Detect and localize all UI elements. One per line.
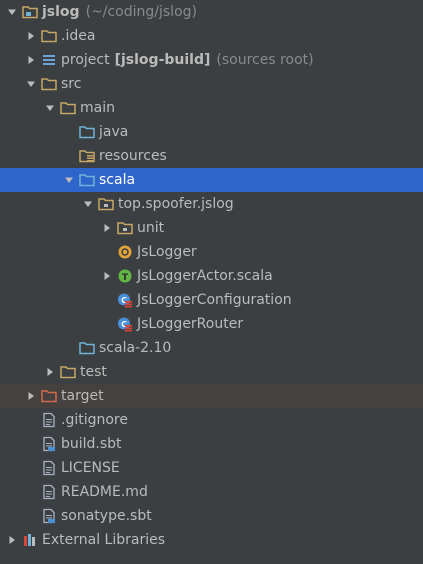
sbt-file-icon xyxy=(41,508,57,524)
tree-item-label: unit xyxy=(137,220,165,236)
tree-item-target[interactable]: target xyxy=(0,384,423,408)
tree-item-license[interactable]: LICENSE xyxy=(0,456,423,480)
arrow-spacer xyxy=(21,456,41,480)
collapsed-arrow-icon[interactable] xyxy=(40,360,60,384)
tree-item-hint: (sources root) xyxy=(216,52,314,68)
arrow-spacer xyxy=(21,480,41,504)
tree-item-label: scala xyxy=(99,172,136,188)
tree-item-label: test xyxy=(80,364,107,380)
tree-item-gitignore[interactable]: .gitignore xyxy=(0,408,423,432)
tree-item-label: project xyxy=(61,52,110,68)
tree-item-jslog[interactable]: jslog (~/coding/jslog) xyxy=(0,0,423,24)
tree-item-build-sbt[interactable]: build.sbt xyxy=(0,432,423,456)
scala-class-icon: C xyxy=(117,316,133,332)
collapsed-arrow-icon[interactable] xyxy=(97,264,117,288)
arrow-spacer xyxy=(21,504,41,528)
module-name-label: [jslog-build] xyxy=(114,52,211,68)
tree-item-main[interactable]: main xyxy=(0,96,423,120)
tree-item-label: main xyxy=(80,100,115,116)
excluded-folder-icon xyxy=(41,388,57,404)
project-tree: jslog (~/coding/jslog) .idea project [jslog-… xyxy=(0,0,423,564)
tree-item-label: JsLoggerActor.scala xyxy=(137,268,273,284)
collapsed-arrow-icon[interactable] xyxy=(2,528,22,552)
arrow-spacer xyxy=(97,240,117,264)
tree-item-scala-210[interactable]: scala-2.10 xyxy=(0,336,423,360)
tree-item-label: External Libraries xyxy=(42,532,165,548)
folder-icon xyxy=(60,364,76,380)
tree-item-label: resources xyxy=(99,148,167,164)
object-icon xyxy=(117,244,133,260)
source-folder-icon xyxy=(79,340,95,356)
package-icon xyxy=(98,196,114,212)
folder-icon xyxy=(41,76,57,92)
tree-item-unit[interactable]: unit xyxy=(0,216,423,240)
package-icon xyxy=(117,220,133,236)
tree-item-sonatype-sbt[interactable]: sonatype.sbt xyxy=(0,504,423,528)
tree-item-label: JsLoggerConfiguration xyxy=(137,292,292,308)
arrow-spacer xyxy=(97,312,117,336)
tree-item-label: .gitignore xyxy=(61,412,128,428)
sbt-file-icon xyxy=(41,436,57,452)
collapsed-arrow-icon[interactable] xyxy=(21,48,41,72)
text-file-icon xyxy=(41,484,57,500)
tree-item-java[interactable]: java xyxy=(0,120,423,144)
expanded-arrow-icon[interactable] xyxy=(40,96,60,120)
tree-item-label: LICENSE xyxy=(61,460,120,476)
folder-icon xyxy=(41,28,57,44)
tree-item-src[interactable]: src xyxy=(0,72,423,96)
collapsed-arrow-icon[interactable] xyxy=(21,24,41,48)
tree-item-label: jslog xyxy=(42,4,80,20)
tree-item-label: scala-2.10 xyxy=(99,340,172,356)
resources-folder-icon xyxy=(79,148,95,164)
tree-item-label: sonatype.sbt xyxy=(61,508,152,524)
collapsed-arrow-icon[interactable] xyxy=(21,384,41,408)
tree-item-label: README.md xyxy=(61,484,148,500)
tree-item-label: .idea xyxy=(61,28,96,44)
arrow-spacer xyxy=(21,408,41,432)
arrow-spacer xyxy=(59,120,79,144)
tree-item-jslogger[interactable]: JsLogger xyxy=(0,240,423,264)
svg-text:T: T xyxy=(122,273,129,283)
arrow-spacer xyxy=(59,336,79,360)
tree-item-label: build.sbt xyxy=(61,436,122,452)
tree-item-project[interactable]: project [jslog-build] (sources root) xyxy=(0,48,423,72)
tree-item-jsloggerconfiguration[interactable]: C JsLoggerConfiguration xyxy=(0,288,423,312)
tree-item-scala[interactable]: scala xyxy=(0,168,423,192)
expanded-arrow-icon[interactable] xyxy=(78,192,98,216)
tree-item-label: top.spoofer.jslog xyxy=(118,196,234,212)
tree-item-label: JsLoggerRouter xyxy=(137,316,244,332)
tree-item-test[interactable]: test xyxy=(0,360,423,384)
tree-item-label: src xyxy=(61,76,82,92)
folder-icon xyxy=(60,100,76,116)
tree-item-readme[interactable]: README.md xyxy=(0,480,423,504)
scala-class-icon: C xyxy=(117,292,133,308)
tree-item-jsloggeractor[interactable]: T JsLoggerActor.scala xyxy=(0,264,423,288)
source-list-icon xyxy=(41,52,57,68)
text-file-icon xyxy=(41,412,57,428)
expanded-arrow-icon[interactable] xyxy=(59,168,79,192)
arrow-spacer xyxy=(59,144,79,168)
tree-item-jsloggerrouter[interactable]: C JsLoggerRouter xyxy=(0,312,423,336)
expanded-arrow-icon[interactable] xyxy=(2,0,22,24)
module-folder-icon xyxy=(22,4,38,20)
tree-item-external-libraries[interactable]: External Libraries xyxy=(0,528,423,552)
expanded-arrow-icon[interactable] xyxy=(21,72,41,96)
trait-icon: T xyxy=(117,268,133,284)
tree-item-label: java xyxy=(99,124,129,140)
arrow-spacer xyxy=(21,432,41,456)
source-folder-icon xyxy=(79,124,95,140)
tree-item-package[interactable]: top.spoofer.jslog xyxy=(0,192,423,216)
tree-item-label: target xyxy=(61,388,104,404)
arrow-spacer xyxy=(97,288,117,312)
source-folder-icon xyxy=(79,172,95,188)
collapsed-arrow-icon[interactable] xyxy=(97,216,117,240)
text-file-icon xyxy=(41,460,57,476)
tree-item-idea[interactable]: .idea xyxy=(0,24,423,48)
tree-item-label: JsLogger xyxy=(137,244,197,260)
tree-item-resources[interactable]: resources xyxy=(0,144,423,168)
libraries-icon xyxy=(22,532,38,548)
tree-item-hint: (~/coding/jslog) xyxy=(85,4,197,20)
